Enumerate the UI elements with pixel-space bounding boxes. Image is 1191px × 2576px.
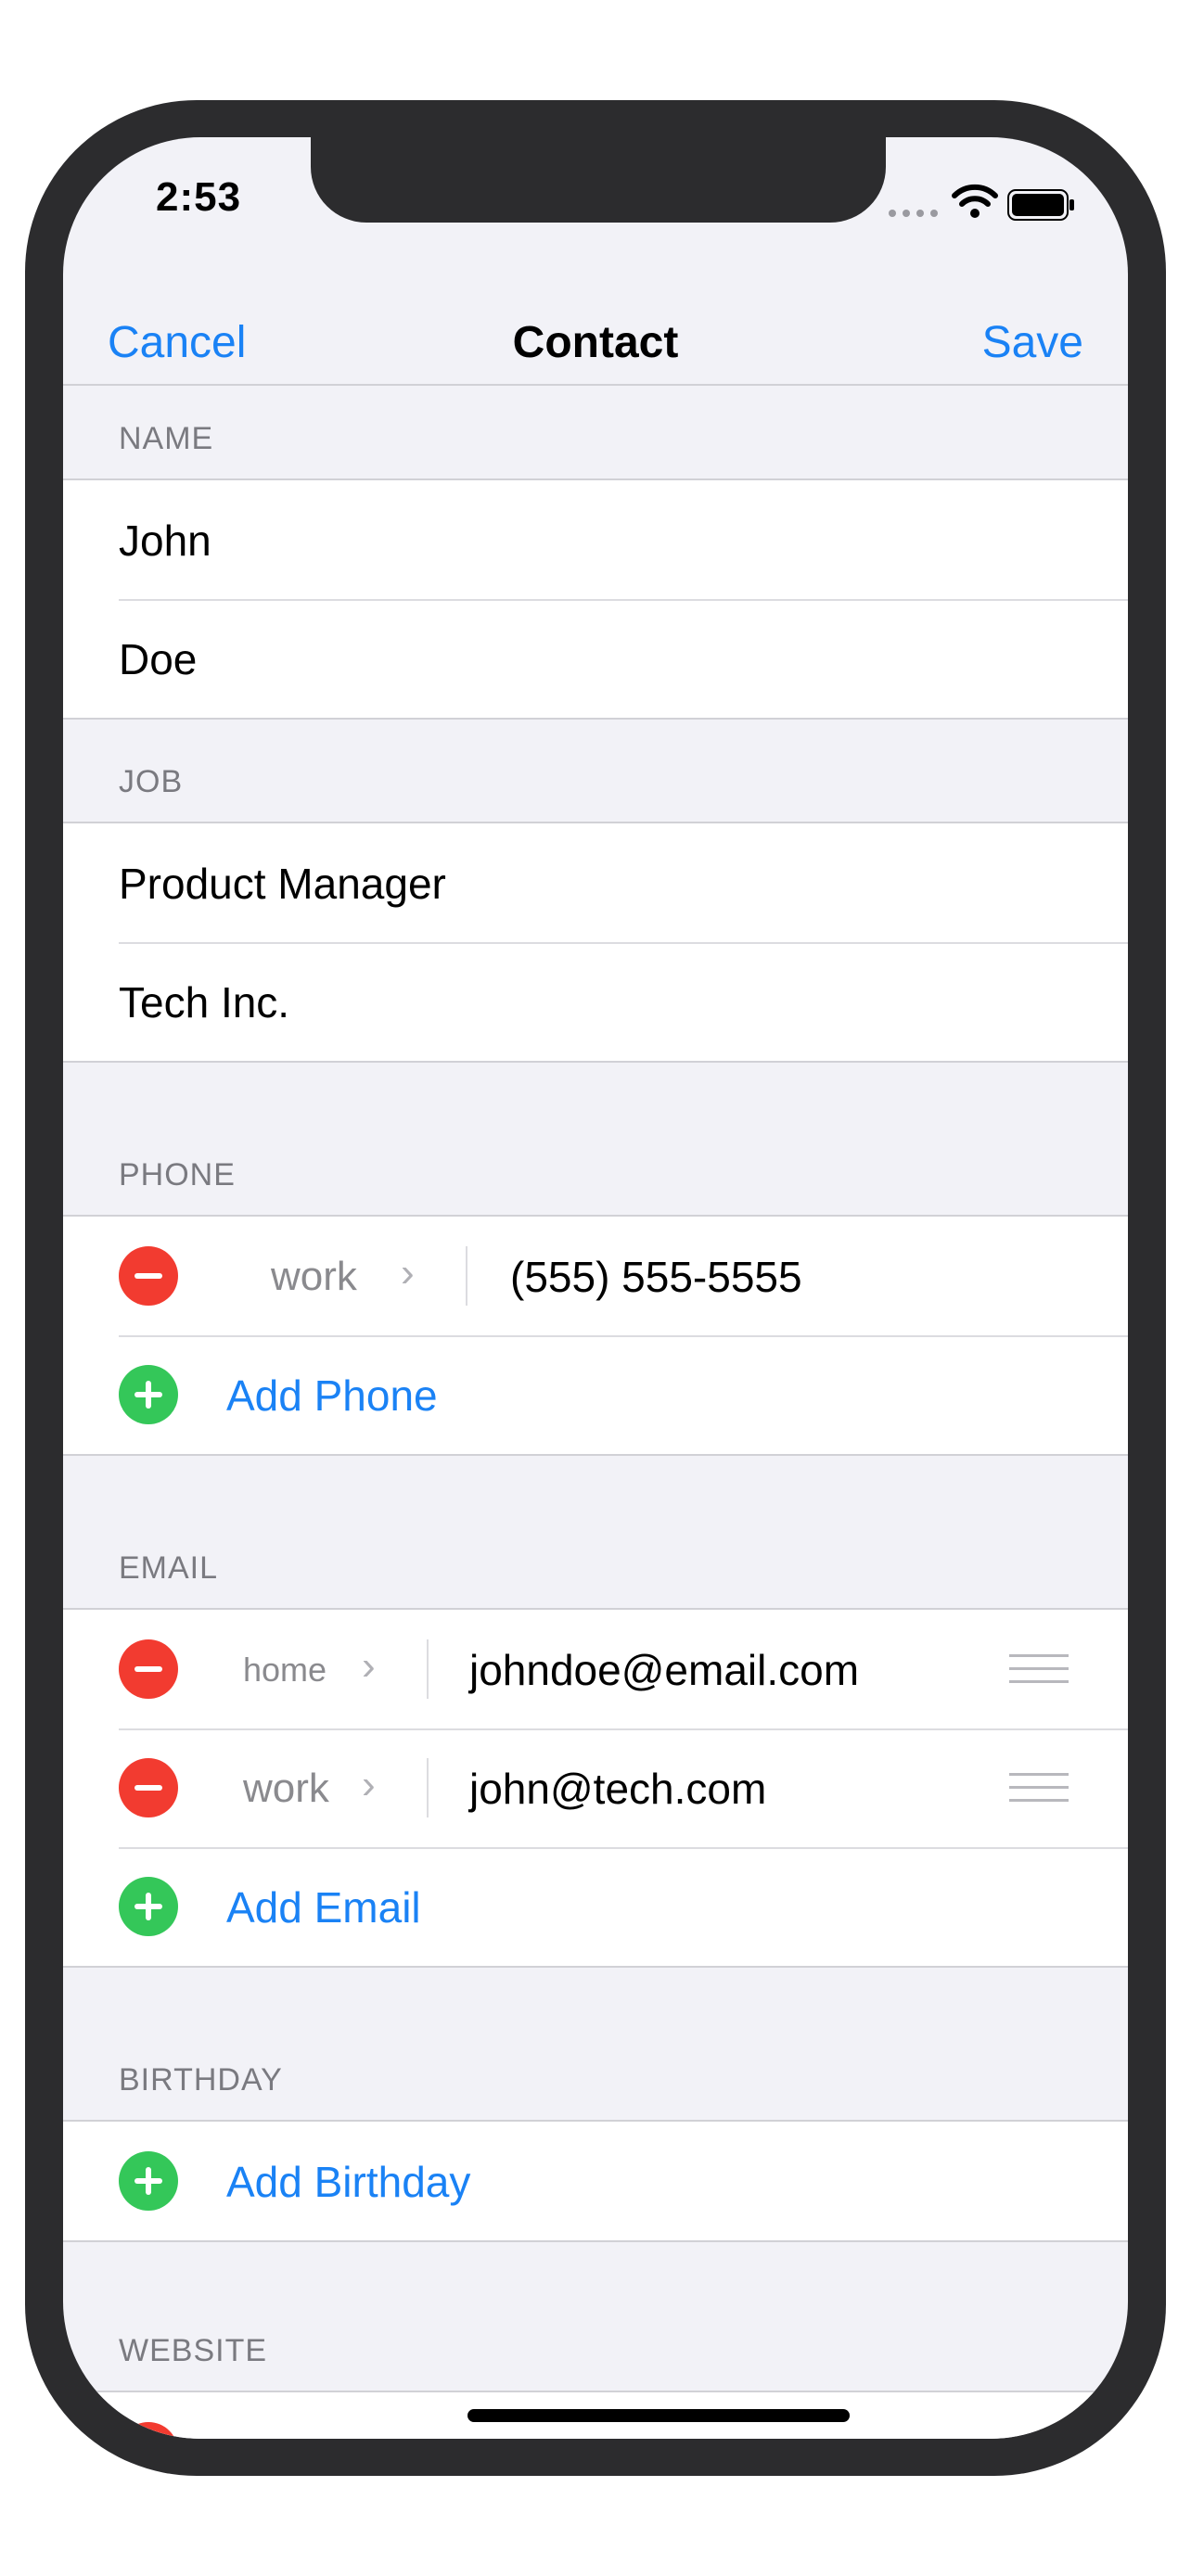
job-title-value: Product Manager bbox=[119, 860, 446, 908]
section-header-phone: PHONE bbox=[119, 1157, 236, 1192]
divider bbox=[466, 1246, 467, 1306]
delete-email-button[interactable] bbox=[119, 1758, 178, 1817]
section-header-website: WEBSITE bbox=[119, 2333, 268, 2368]
add-phone-button[interactable]: Add Phone bbox=[226, 1371, 438, 1421]
divider bbox=[427, 1758, 429, 1817]
email-label-selector[interactable]: home bbox=[243, 1651, 327, 1690]
phone-group: work › (555) 555-5555 Add Phone bbox=[63, 1215, 1128, 1456]
navigation-bar: Contact Cancel Save bbox=[63, 291, 1128, 386]
add-phone-icon bbox=[119, 1365, 178, 1424]
battery-icon bbox=[1007, 189, 1074, 221]
reorder-handle-icon[interactable] bbox=[1009, 1654, 1069, 1693]
save-button[interactable]: Save bbox=[982, 317, 1083, 368]
home-indicator[interactable] bbox=[467, 2409, 850, 2422]
phone-label-selector[interactable]: work bbox=[271, 1254, 357, 1300]
cancel-button[interactable]: Cancel bbox=[108, 317, 246, 368]
add-birthday-button[interactable]: Add Birthday bbox=[226, 2157, 470, 2207]
delete-phone-button[interactable] bbox=[119, 1246, 178, 1306]
email-label-selector[interactable]: work bbox=[243, 1766, 329, 1812]
add-birthday-row[interactable]: Add Birthday bbox=[63, 2122, 1128, 2240]
job-title-field[interactable]: Product Manager bbox=[63, 823, 1128, 942]
email-field[interactable]: john@tech.com bbox=[469, 1764, 766, 1814]
job-group: Product Manager Tech Inc. bbox=[63, 822, 1128, 1063]
chevron-right-icon: › bbox=[362, 1643, 376, 1689]
divider bbox=[427, 1639, 429, 1699]
last-name-field[interactable]: Doe bbox=[63, 599, 1128, 718]
birthday-group: Add Birthday bbox=[63, 2120, 1128, 2242]
delete-website-button[interactable] bbox=[119, 2422, 178, 2439]
email-field[interactable]: johndoe@email.com bbox=[469, 1645, 859, 1695]
name-group: John Doe bbox=[63, 478, 1128, 720]
wifi-icon bbox=[952, 184, 998, 218]
section-header-birthday: BIRTHDAY bbox=[119, 2062, 283, 2098]
email-row: work › john@tech.com bbox=[63, 1728, 1128, 1847]
company-field[interactable]: Tech Inc. bbox=[63, 942, 1128, 1061]
first-name-field[interactable]: John bbox=[63, 480, 1128, 599]
screen: 2:53 Contact Cancel Save NAME John Doe J… bbox=[63, 137, 1128, 2439]
chevron-right-icon: › bbox=[401, 1250, 415, 1295]
email-group: home › johndoe@email.com work › john@tec… bbox=[63, 1608, 1128, 1968]
status-time: 2:53 bbox=[156, 174, 242, 220]
add-email-button[interactable]: Add Email bbox=[226, 1882, 421, 1932]
phone-number-field[interactable]: (555) 555-5555 bbox=[510, 1252, 802, 1302]
first-name-value: John bbox=[119, 516, 211, 565]
cellular-signal-icon bbox=[889, 210, 938, 217]
phone-row: work › (555) 555-5555 bbox=[63, 1217, 1128, 1335]
notch bbox=[311, 137, 886, 223]
company-value: Tech Inc. bbox=[119, 978, 290, 1027]
section-header-email: EMAIL bbox=[119, 1550, 219, 1586]
chevron-right-icon: › bbox=[362, 1762, 376, 1807]
section-header-job: JOB bbox=[119, 764, 184, 799]
email-row: home › johndoe@email.com bbox=[63, 1610, 1128, 1728]
last-name-value: Doe bbox=[119, 635, 198, 683]
add-email-row[interactable]: Add Email bbox=[63, 1847, 1128, 1966]
add-email-icon bbox=[119, 1877, 178, 1936]
delete-email-button[interactable] bbox=[119, 1639, 178, 1699]
add-birthday-icon bbox=[119, 2151, 178, 2211]
section-header-name: NAME bbox=[119, 421, 214, 456]
add-phone-row[interactable]: Add Phone bbox=[63, 1335, 1128, 1454]
reorder-handle-icon[interactable] bbox=[1009, 1773, 1069, 1812]
